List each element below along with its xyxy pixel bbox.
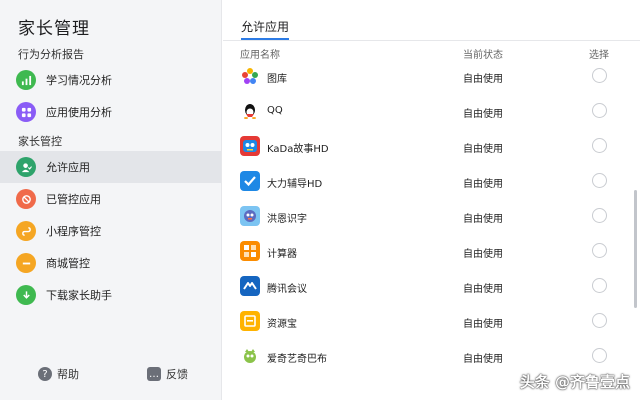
sidebar-item-label: 允许应用 bbox=[46, 161, 90, 174]
app-status: 自由使用 bbox=[463, 319, 503, 330]
sidebar-item-download-assistant[interactable]: 下载家长助手 bbox=[0, 279, 221, 311]
qibabu-icon bbox=[240, 346, 260, 366]
select-radio[interactable] bbox=[592, 313, 607, 328]
watermark: 头条 @齐鲁壹点 bbox=[519, 373, 630, 391]
section-label-behavior: 行为分析报告 bbox=[18, 48, 84, 61]
feedback-button[interactable]: … 反馈 bbox=[147, 366, 188, 382]
app-name: 计算器 bbox=[267, 249, 297, 260]
sidebar-item-label: 小程序管控 bbox=[46, 225, 101, 238]
grid-icon bbox=[16, 102, 36, 122]
qq-icon bbox=[240, 101, 260, 121]
select-radio[interactable] bbox=[592, 68, 607, 83]
table-row[interactable]: 洪恩识字 自由使用 bbox=[223, 199, 640, 234]
sidebar-item-label: 商城管控 bbox=[46, 257, 90, 270]
sidebar-item-controlled-apps[interactable]: 已管控应用 bbox=[0, 183, 221, 215]
help-icon: ? bbox=[38, 367, 52, 381]
select-radio[interactable] bbox=[592, 348, 607, 363]
select-radio[interactable] bbox=[592, 278, 607, 293]
app-status: 自由使用 bbox=[463, 214, 503, 225]
kada-icon bbox=[240, 136, 260, 156]
app-status: 自由使用 bbox=[463, 179, 503, 190]
sidebar-item-label: 下载家长助手 bbox=[46, 289, 112, 302]
app-name: 腾讯会议 bbox=[267, 284, 307, 295]
sidebar-item-label: 学习情况分析 bbox=[46, 74, 112, 87]
person-check-icon bbox=[16, 157, 36, 177]
app-status: 自由使用 bbox=[463, 284, 503, 295]
app-status: 自由使用 bbox=[463, 144, 503, 155]
sidebar-footer: ? 帮助 … 反馈 bbox=[0, 366, 221, 390]
calculator-icon bbox=[240, 241, 260, 261]
select-radio[interactable] bbox=[592, 208, 607, 223]
sidebar-item-mini-program[interactable]: 小程序管控 bbox=[0, 215, 221, 247]
feedback-label: 反馈 bbox=[166, 368, 188, 381]
app-status: 自由使用 bbox=[463, 109, 503, 120]
table-row[interactable]: KaDa故事HD 自由使用 bbox=[223, 129, 640, 164]
sidebar-item-mall-control[interactable]: 商城管控 bbox=[0, 247, 221, 279]
sidebar-item-app-usage[interactable]: 应用使用分析 bbox=[0, 96, 221, 128]
table-row[interactable]: 大力辅导HD 自由使用 bbox=[223, 164, 640, 199]
dali-icon bbox=[240, 171, 260, 191]
mini-program-icon bbox=[16, 221, 36, 241]
app-title: 家长管理 bbox=[18, 19, 90, 39]
chat-icon: … bbox=[147, 367, 161, 381]
sidebar-item-label: 已管控应用 bbox=[46, 193, 101, 206]
app-name: 图库 bbox=[267, 74, 287, 85]
help-label: 帮助 bbox=[57, 368, 79, 381]
ban-icon bbox=[16, 189, 36, 209]
app-name: QQ bbox=[267, 105, 283, 116]
sidebar: 家长管理 行为分析报告 学习情况分析 应用使用分析 家长管控 允许应用 已管控应… bbox=[0, 0, 222, 400]
select-radio[interactable] bbox=[592, 173, 607, 188]
minus-icon bbox=[16, 253, 36, 273]
sidebar-item-allowed-apps[interactable]: 允许应用 bbox=[0, 151, 221, 183]
app-name: 大力辅导HD bbox=[267, 179, 323, 190]
page-title: 允许应用 bbox=[241, 20, 290, 34]
app-status: 自由使用 bbox=[463, 354, 503, 365]
app-status: 自由使用 bbox=[463, 249, 503, 260]
sidebar-item-study-analysis[interactable]: 学习情况分析 bbox=[0, 64, 221, 96]
sidebar-item-label: 应用使用分析 bbox=[46, 106, 112, 119]
table-row[interactable]: 腾讯会议 自由使用 bbox=[223, 269, 640, 304]
table-row[interactable]: 资源宝 自由使用 bbox=[223, 304, 640, 339]
table-row[interactable]: QQ 自由使用 bbox=[223, 94, 640, 129]
table-row[interactable]: 图库 自由使用 bbox=[223, 59, 640, 94]
help-button[interactable]: ? 帮助 bbox=[38, 366, 79, 382]
table-row[interactable]: 爱奇艺奇巴布 自由使用 bbox=[223, 339, 640, 374]
scrollbar[interactable] bbox=[634, 190, 637, 308]
section-label-control: 家长管控 bbox=[18, 135, 62, 148]
select-radio[interactable] bbox=[592, 103, 607, 118]
header-divider bbox=[223, 40, 640, 41]
app-name: 资源宝 bbox=[267, 319, 297, 330]
table-row[interactable]: 计算器 自由使用 bbox=[223, 234, 640, 269]
app-name: KaDa故事HD bbox=[267, 144, 329, 155]
hongen-icon bbox=[240, 206, 260, 226]
select-radio[interactable] bbox=[592, 138, 607, 153]
tencent-meeting-icon bbox=[240, 276, 260, 296]
download-icon bbox=[16, 285, 36, 305]
app-status: 自由使用 bbox=[463, 74, 503, 85]
resource-icon bbox=[240, 311, 260, 331]
select-radio[interactable] bbox=[592, 243, 607, 258]
app-name: 爱奇艺奇巴布 bbox=[267, 354, 327, 365]
main-panel: 允许应用 应用名称 当前状态 选择 图库 自由使用 QQ 自由使用 KaDa故事… bbox=[223, 0, 640, 400]
gallery-icon bbox=[240, 66, 260, 86]
chart-icon bbox=[16, 70, 36, 90]
app-name: 洪恩识字 bbox=[267, 214, 307, 225]
